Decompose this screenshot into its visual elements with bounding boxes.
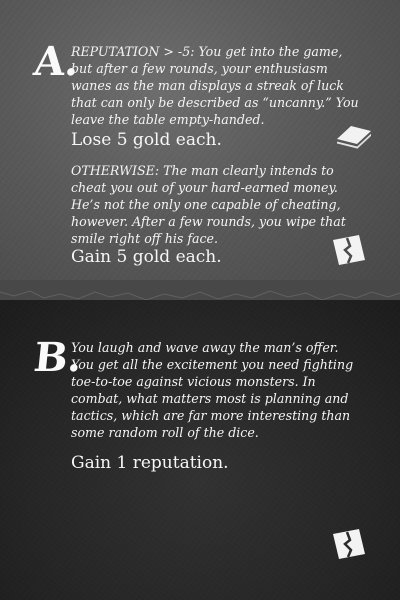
- option-b-effect: Gain 1 reputation.: [71, 453, 229, 473]
- option-a-otherwise-text: OTHERWISE: The man clearly intends to ch…: [71, 163, 346, 246]
- event-card: A. REPUTATION > -5: You get into the gam…: [0, 0, 400, 600]
- option-a-otherwise-effect: Gain 5 gold each.: [71, 247, 222, 267]
- torn-card-icon: [333, 529, 365, 559]
- option-a-condition-effect: Lose 5 gold each.: [71, 130, 222, 150]
- card-stack-icon: [336, 126, 372, 150]
- torn-card-icon: [333, 235, 365, 265]
- option-b-text: You laugh and wave away the man’s offer.…: [71, 340, 354, 440]
- option-a-condition-text: REPUTATION > -5: You get into the game, …: [71, 44, 359, 127]
